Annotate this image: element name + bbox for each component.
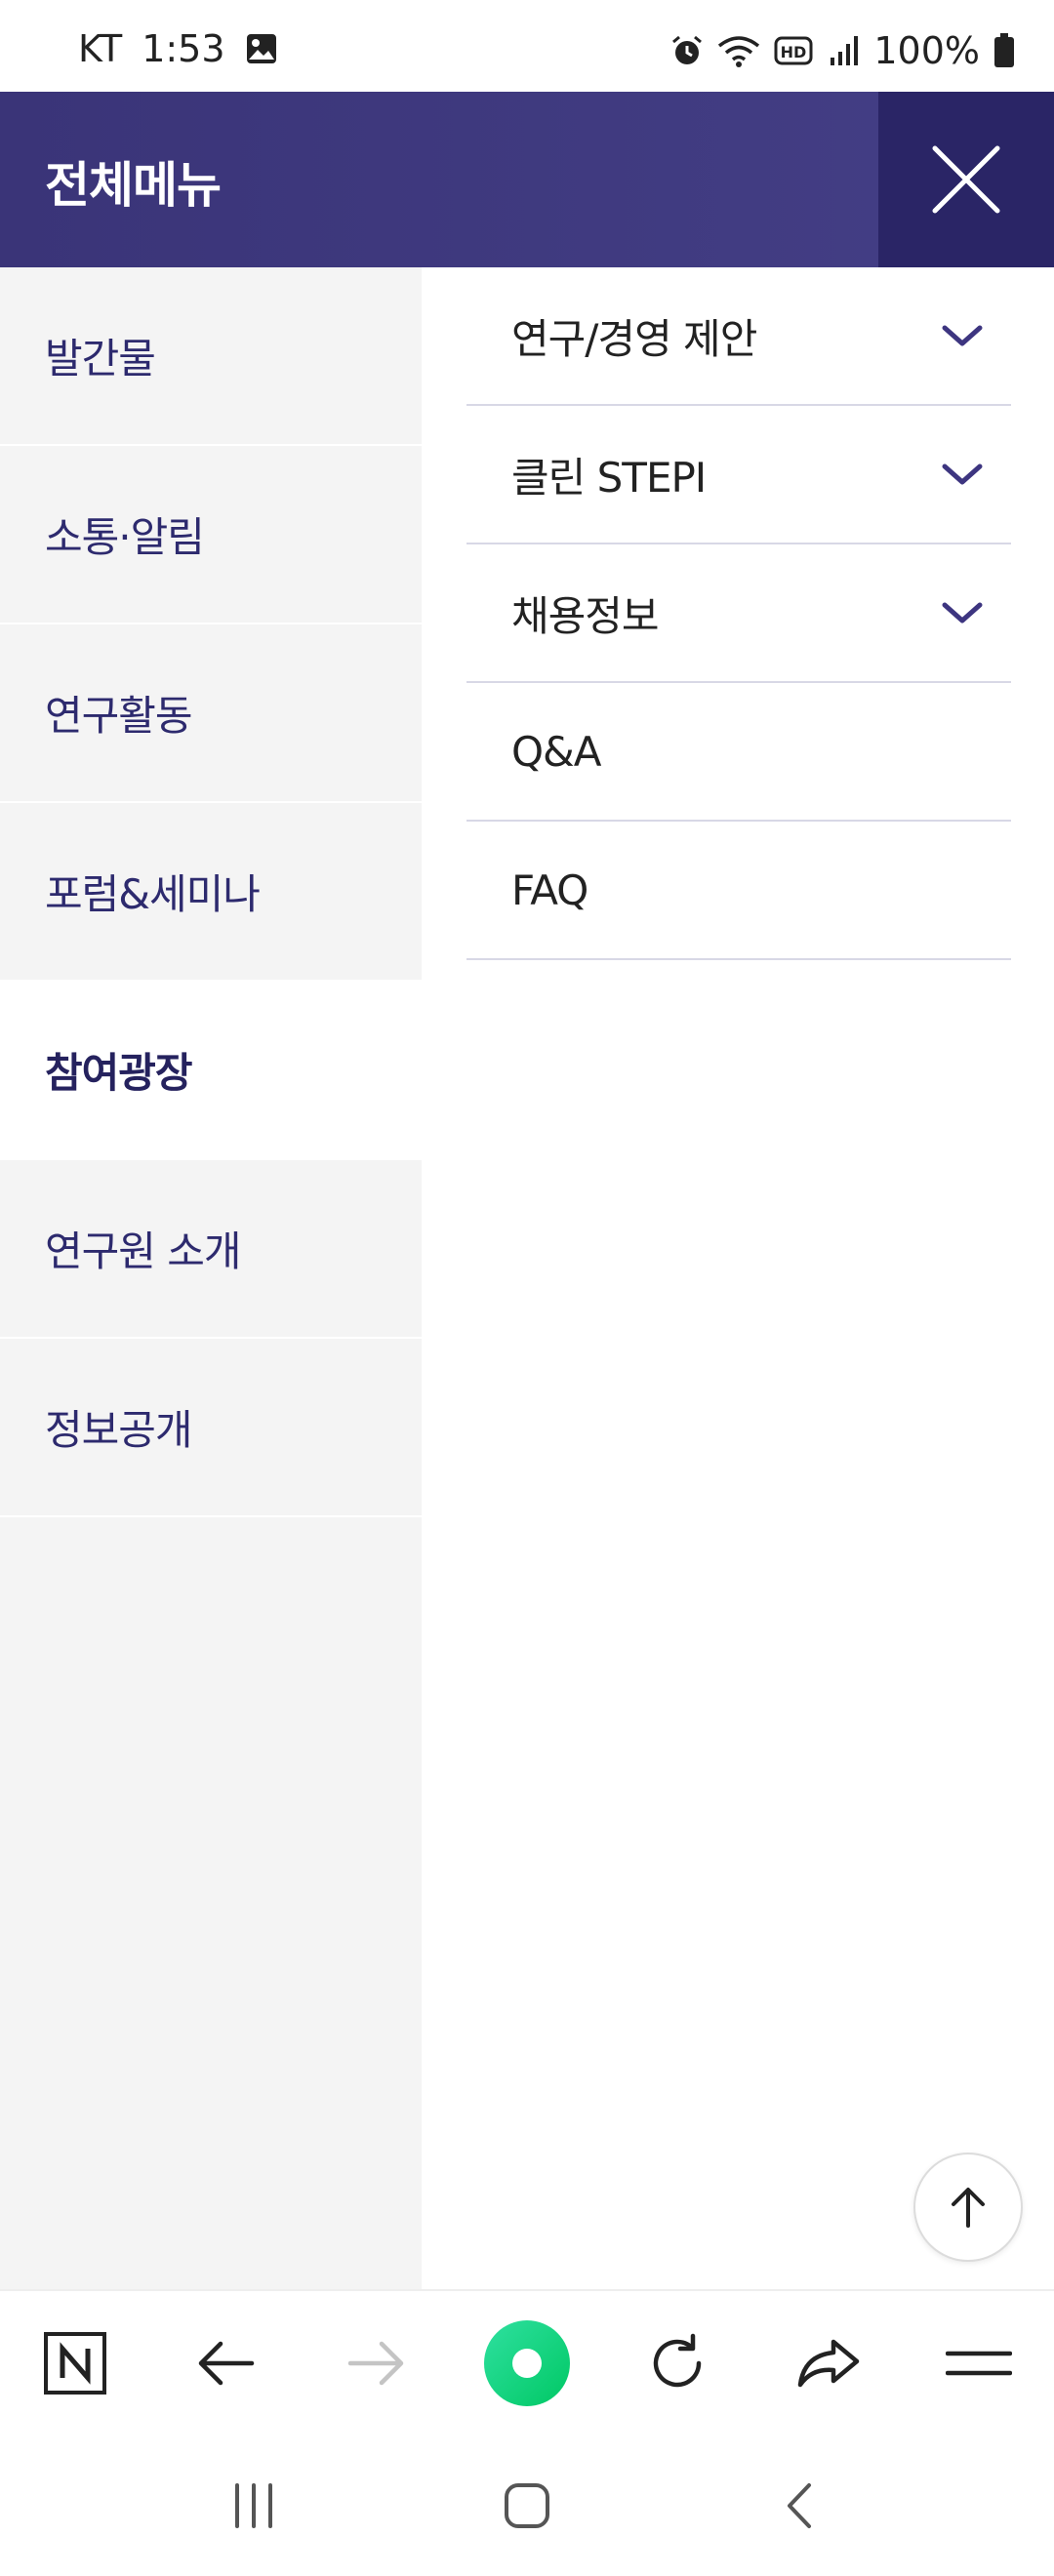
status-bar: KT 1:53 HD 100% bbox=[0, 0, 1054, 92]
home-icon bbox=[505, 2483, 549, 2528]
alarm-icon bbox=[670, 34, 704, 67]
submenu-item-clean-stepi[interactable]: 클린 STEPI bbox=[466, 406, 1011, 544]
category-item-publications[interactable]: 발간물 bbox=[0, 267, 422, 446]
naver-home-button[interactable] bbox=[26, 2314, 124, 2412]
category-item-research[interactable]: 연구활동 bbox=[0, 624, 422, 803]
share-button[interactable] bbox=[780, 2314, 877, 2412]
home-button[interactable] bbox=[468, 2457, 586, 2555]
submenu-label: 연구/경영 제안 bbox=[511, 314, 757, 363]
submenu-list: 연구/경영 제안 클린 STEPI 채용정보 Q&A FAQ bbox=[466, 267, 1011, 960]
submenu-label: Q&A bbox=[511, 727, 602, 776]
submenu-item-proposal[interactable]: 연구/경영 제안 bbox=[466, 267, 1011, 406]
refresh-icon bbox=[654, 2333, 702, 2388]
category-item-communication[interactable]: 소통·알림 bbox=[0, 446, 422, 624]
chevron-down-icon bbox=[939, 451, 986, 498]
category-item-researchers[interactable]: 연구원 소개 bbox=[0, 1160, 422, 1339]
battery-percent: 100% bbox=[873, 29, 980, 72]
battery-icon bbox=[993, 33, 1015, 68]
page-title: 전체메뉴 bbox=[45, 157, 222, 214]
browser-menu-button[interactable] bbox=[930, 2314, 1028, 2412]
chevron-down-icon bbox=[939, 312, 986, 359]
status-left: KT 1:53 bbox=[78, 27, 278, 70]
system-nav-bar bbox=[0, 2435, 1054, 2576]
chevron-down-icon bbox=[939, 589, 986, 636]
submenu-panel: 연구/경영 제안 클린 STEPI 채용정보 Q&A FAQ bbox=[422, 267, 1054, 2289]
naver-n-icon bbox=[44, 2332, 107, 2395]
signal-icon bbox=[827, 34, 860, 67]
gallery-icon bbox=[245, 32, 278, 65]
submenu-item-qna[interactable]: Q&A bbox=[466, 683, 1011, 822]
back-icon bbox=[788, 2483, 811, 2528]
recent-apps-button[interactable] bbox=[195, 2457, 312, 2555]
share-icon bbox=[797, 2339, 859, 2388]
back-arrow-icon bbox=[199, 2341, 255, 2386]
forward-button[interactable] bbox=[328, 2314, 426, 2412]
carrier-label: KT bbox=[78, 27, 123, 70]
svg-text:HD: HD bbox=[781, 43, 807, 61]
category-item-disclosure[interactable]: 정보공개 bbox=[0, 1339, 422, 1517]
browser-toolbar bbox=[0, 2289, 1054, 2435]
submenu-label: FAQ bbox=[511, 865, 588, 914]
scroll-top-button[interactable] bbox=[913, 2153, 1023, 2262]
category-item-forum[interactable]: 포럼&세미나 bbox=[0, 803, 422, 982]
submenu-item-recruitment[interactable]: 채용정보 bbox=[466, 544, 1011, 683]
category-item-participation[interactable]: 참여광장 bbox=[0, 982, 422, 1160]
back-button[interactable] bbox=[177, 2314, 274, 2412]
wifi-icon bbox=[717, 34, 760, 67]
recent-apps-icon bbox=[235, 2483, 272, 2528]
menu-icon bbox=[945, 2351, 1012, 2376]
arrow-up-icon bbox=[952, 2188, 985, 2228]
menu-header: 전체메뉴 bbox=[0, 92, 1054, 267]
close-button[interactable] bbox=[878, 92, 1054, 267]
hd-voice-icon: HD bbox=[774, 36, 813, 65]
submenu-label: 채용정보 bbox=[511, 591, 660, 640]
submenu-label: 클린 STEPI bbox=[511, 453, 707, 502]
home-circle-icon bbox=[483, 2320, 570, 2406]
submenu-item-faq[interactable]: FAQ bbox=[466, 822, 1011, 960]
system-back-button[interactable] bbox=[742, 2457, 859, 2555]
green-dot-button[interactable] bbox=[478, 2314, 576, 2412]
forward-arrow-icon bbox=[347, 2341, 403, 2386]
status-right: HD 100% bbox=[670, 29, 1015, 72]
close-icon bbox=[932, 145, 1000, 214]
category-menu: 발간물 소통·알림 연구활동 포럼&세미나 참여광장 연구원 소개 정보공개 bbox=[0, 267, 422, 2289]
refresh-button[interactable] bbox=[628, 2314, 726, 2412]
clock: 1:53 bbox=[142, 27, 225, 70]
